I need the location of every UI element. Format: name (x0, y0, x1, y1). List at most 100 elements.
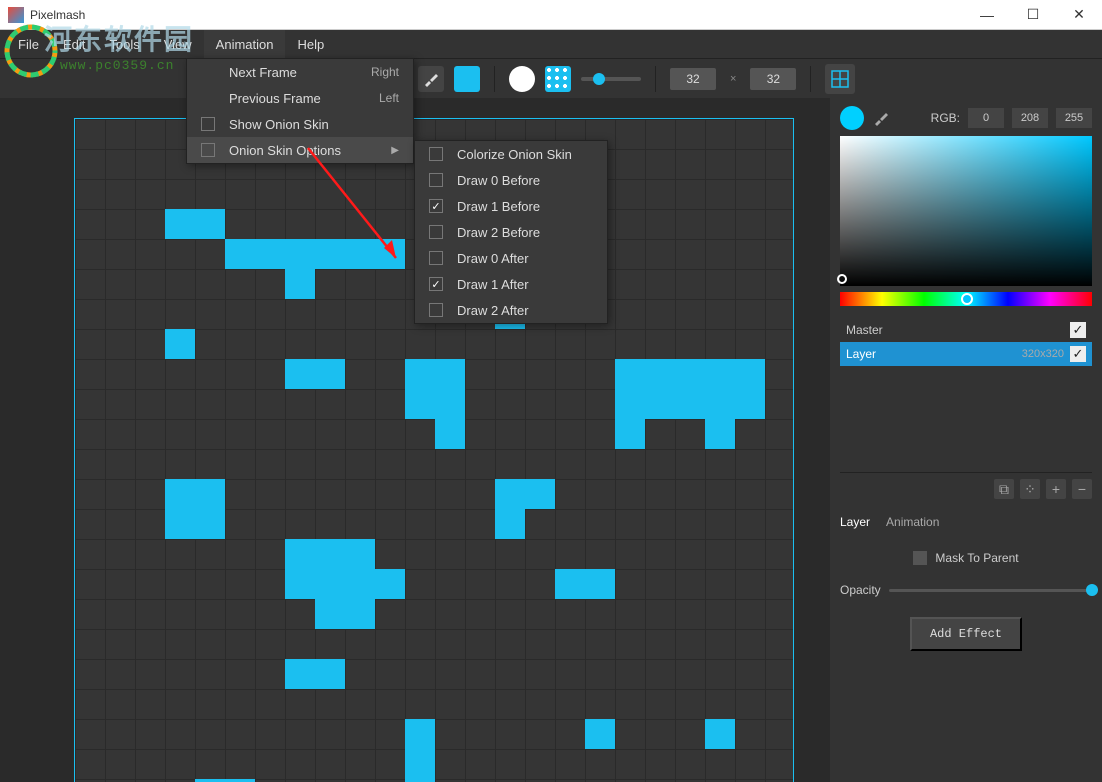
pixel[interactable] (585, 719, 615, 749)
pixel[interactable] (615, 359, 645, 389)
mask-checkbox[interactable] (913, 551, 927, 565)
menu-item-file[interactable]: File (6, 30, 51, 58)
foreground-color-swatch[interactable] (454, 66, 480, 92)
menu-item-edit[interactable]: Edit (51, 30, 97, 58)
menu-item-view[interactable]: View (152, 30, 204, 58)
tab-layer[interactable]: Layer (840, 511, 870, 533)
brush-tool-icon[interactable] (418, 66, 444, 92)
submenu-item[interactable]: Draw 2 Before (415, 219, 607, 245)
pixel[interactable] (315, 659, 345, 689)
submenu-item[interactable]: Draw 0 After (415, 245, 607, 271)
pixel[interactable] (645, 359, 675, 389)
menu-item-animation[interactable]: Animation (204, 30, 286, 58)
pixel[interactable] (165, 329, 195, 359)
pixel[interactable] (675, 359, 705, 389)
pixel[interactable] (495, 509, 525, 539)
layer-row-layer[interactable]: Layer 320x320 ✓ (840, 342, 1092, 366)
pixel[interactable] (405, 359, 435, 389)
eyedropper-icon[interactable] (872, 109, 890, 127)
pixel[interactable] (525, 479, 555, 509)
add-effect-button[interactable]: Add Effect (910, 617, 1022, 651)
pixel[interactable] (495, 479, 525, 509)
pixel[interactable] (435, 419, 465, 449)
submenu-item[interactable]: Draw 0 Before (415, 167, 607, 193)
layer-visible-checkbox[interactable]: ✓ (1070, 322, 1086, 338)
pixel[interactable] (585, 569, 615, 599)
close-button[interactable]: ✕ (1056, 0, 1102, 30)
grid-toggle-icon[interactable] (825, 64, 855, 94)
menu-item[interactable]: Previous FrameLeft (187, 85, 413, 111)
pixel[interactable] (255, 239, 285, 269)
pixel[interactable] (315, 359, 345, 389)
pixel[interactable] (375, 239, 405, 269)
remove-layer-icon[interactable]: − (1072, 479, 1092, 499)
pixel[interactable] (225, 239, 255, 269)
menu-item[interactable]: Show Onion Skin (187, 111, 413, 137)
pixel[interactable] (405, 749, 435, 779)
brush-size-slider[interactable] (581, 77, 641, 81)
pixel[interactable] (705, 419, 735, 449)
pixel[interactable] (735, 389, 765, 419)
pixel[interactable] (345, 599, 375, 629)
merge-layer-icon[interactable]: ⁘ (1020, 479, 1040, 499)
maximize-button[interactable]: ☐ (1010, 0, 1056, 30)
pixel[interactable] (285, 569, 315, 599)
opacity-thumb[interactable] (1086, 584, 1098, 596)
menu-item-tools[interactable]: Tools (97, 30, 151, 58)
canvas-width-input[interactable]: 32 (670, 68, 716, 90)
pixel[interactable] (435, 389, 465, 419)
pixel[interactable] (375, 569, 405, 599)
duplicate-layer-icon[interactable]: ⧉ (994, 479, 1014, 499)
rgb-g-input[interactable]: 208 (1012, 108, 1048, 128)
layer-row-master[interactable]: Master ✓ (840, 318, 1092, 342)
pixel[interactable] (615, 389, 645, 419)
pixel[interactable] (285, 659, 315, 689)
tab-animation[interactable]: Animation (886, 511, 939, 533)
pixel[interactable] (345, 539, 375, 569)
pixel[interactable] (675, 389, 705, 419)
pixel[interactable] (705, 389, 735, 419)
dither-pattern-icon[interactable] (545, 66, 571, 92)
hue-handle[interactable] (961, 293, 973, 305)
pixel[interactable] (315, 539, 345, 569)
pixel[interactable] (645, 389, 675, 419)
pixel[interactable] (285, 269, 315, 299)
shape-circle-icon[interactable] (509, 66, 535, 92)
layer-visible-checkbox[interactable]: ✓ (1070, 346, 1086, 362)
minimize-button[interactable]: — (964, 0, 1010, 30)
submenu-item[interactable]: ✓Draw 1 Before (415, 193, 607, 219)
saturation-handle[interactable] (837, 274, 847, 284)
pixel[interactable] (705, 359, 735, 389)
pixel[interactable] (165, 209, 195, 239)
submenu-item[interactable]: ✓Draw 1 After (415, 271, 607, 297)
pixel[interactable] (705, 719, 735, 749)
pixel[interactable] (165, 479, 195, 509)
canvas-height-input[interactable]: 32 (750, 68, 796, 90)
pixel[interactable] (345, 569, 375, 599)
rgb-r-input[interactable]: 0 (968, 108, 1004, 128)
hue-slider[interactable] (840, 292, 1092, 306)
pixel[interactable] (195, 479, 225, 509)
pixel[interactable] (315, 599, 345, 629)
menu-item[interactable]: Next FrameRight (187, 59, 413, 85)
pixel[interactable] (285, 359, 315, 389)
pixel[interactable] (555, 569, 585, 599)
pixel[interactable] (435, 359, 465, 389)
current-color-swatch[interactable] (840, 106, 864, 130)
pixel[interactable] (315, 569, 345, 599)
pixel[interactable] (345, 239, 375, 269)
add-layer-icon[interactable]: + (1046, 479, 1066, 499)
submenu-item[interactable]: Draw 2 After (415, 297, 607, 323)
submenu-item[interactable]: Colorize Onion Skin (415, 141, 607, 167)
pixel[interactable] (195, 509, 225, 539)
pixel[interactable] (195, 209, 225, 239)
rgb-b-input[interactable]: 255 (1056, 108, 1092, 128)
pixel[interactable] (285, 539, 315, 569)
pixel[interactable] (165, 509, 195, 539)
saturation-picker[interactable] (840, 136, 1092, 286)
pixel[interactable] (405, 719, 435, 749)
pixel[interactable] (315, 239, 345, 269)
pixel[interactable] (615, 419, 645, 449)
pixel[interactable] (405, 389, 435, 419)
menu-item-help[interactable]: Help (285, 30, 336, 58)
